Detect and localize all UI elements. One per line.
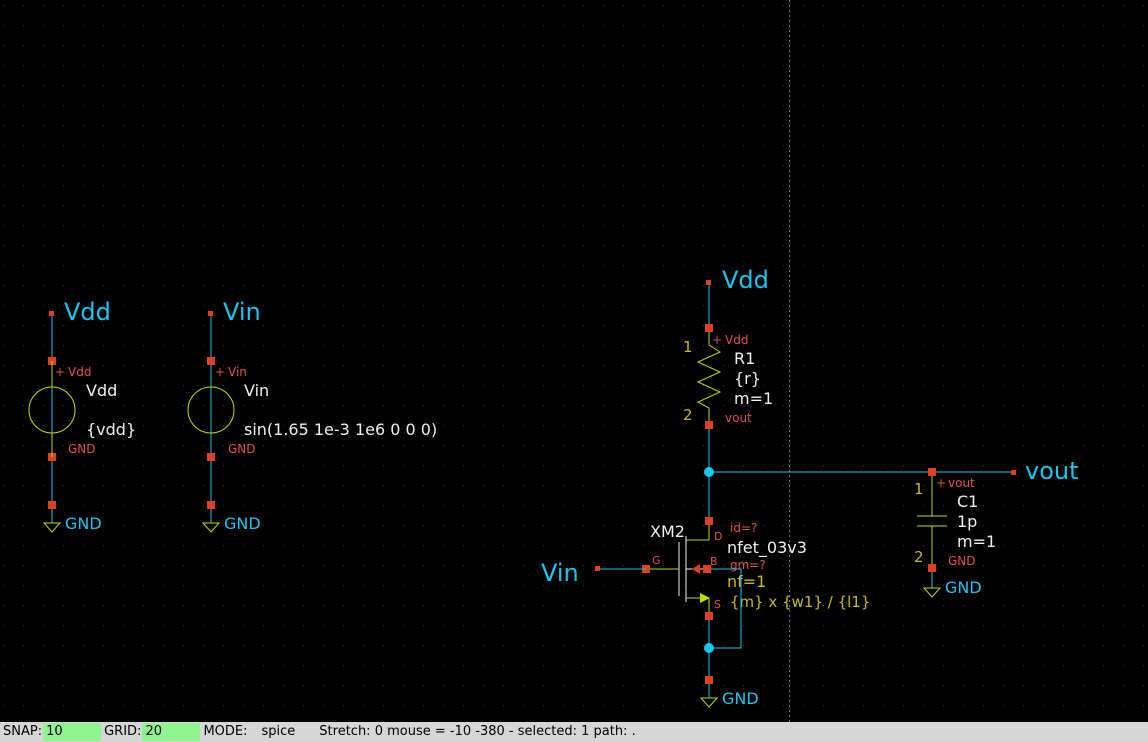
net-label-vin[interactable]: Vin bbox=[223, 298, 261, 326]
net-label-vin-gate[interactable]: Vin bbox=[541, 559, 579, 587]
net-label-gnd[interactable]: GND bbox=[65, 514, 102, 533]
pin-label: Vdd bbox=[725, 333, 748, 347]
pin-number: 2 bbox=[683, 406, 693, 424]
net-label-gnd[interactable]: GND bbox=[722, 689, 759, 708]
pin-label-minus: GND bbox=[228, 442, 256, 456]
pin-label: vout bbox=[948, 476, 975, 490]
pin-number: 1 bbox=[683, 338, 693, 356]
plus-sign: + bbox=[55, 365, 65, 379]
schematic-canvas[interactable]: + Vdd GND Vdd {vdd} Vdd GND + Vin GND Vi… bbox=[0, 0, 1148, 722]
pin-number: 2 bbox=[914, 548, 924, 566]
component-value: {vdd} bbox=[86, 420, 136, 439]
mode-label: MODE: bbox=[203, 724, 248, 739]
plus-sign: + bbox=[936, 476, 946, 490]
pin-marker bbox=[49, 311, 54, 316]
component-name: XM2 bbox=[650, 522, 685, 541]
grid-input[interactable]: 20 bbox=[142, 723, 201, 741]
model-name: nfet_03v3 bbox=[727, 538, 807, 558]
gm-param: gm=? bbox=[730, 558, 766, 572]
pin-number: 1 bbox=[914, 480, 924, 498]
component-name: R1 bbox=[734, 349, 755, 368]
pin-d: D bbox=[714, 530, 722, 543]
nf-param: nf=1 bbox=[727, 572, 766, 591]
net-label-vdd-top[interactable]: Vdd bbox=[722, 266, 769, 294]
pin-marker bbox=[48, 501, 56, 509]
net-label-vout[interactable]: vout bbox=[1025, 457, 1079, 485]
junction-dot bbox=[704, 643, 714, 653]
snap-input[interactable]: 10 bbox=[43, 723, 102, 741]
pin-g: G bbox=[652, 554, 661, 567]
net-label-gnd[interactable]: GND bbox=[224, 514, 261, 533]
snap-label: SNAP: bbox=[3, 724, 43, 739]
status-info: Stretch: 0 mouse = -10 -380 - selected: … bbox=[319, 724, 636, 739]
component-mult: m=1 bbox=[734, 389, 773, 408]
pin-label: GND bbox=[948, 554, 976, 568]
grid-label: GRID: bbox=[104, 724, 142, 739]
size-expr: {m} x {w1} / {l1} bbox=[730, 593, 870, 611]
plus-sign: + bbox=[215, 365, 225, 379]
pin-label: vout bbox=[725, 411, 752, 425]
net-label-gnd[interactable]: GND bbox=[945, 578, 982, 597]
pin-label-plus: Vdd bbox=[68, 365, 91, 379]
pin-label-minus: GND bbox=[68, 442, 96, 456]
id-param: id=? bbox=[730, 521, 757, 535]
mode-value: spice bbox=[261, 724, 296, 739]
component-name: Vin bbox=[244, 381, 269, 400]
grid-background bbox=[0, 0, 1148, 722]
component-name: Vdd bbox=[86, 381, 117, 400]
status-bar: SNAP: 10 GRID: 20 MODE: spice Stretch: 0… bbox=[0, 722, 1148, 742]
plus-sign: + bbox=[712, 333, 722, 347]
net-label-vdd[interactable]: Vdd bbox=[64, 298, 111, 326]
component-value: sin(1.65 1e-3 1e6 0 0 0) bbox=[244, 420, 437, 439]
component-mult: m=1 bbox=[957, 532, 996, 551]
component-name: C1 bbox=[957, 492, 978, 511]
component-value: 1p bbox=[957, 512, 977, 531]
pin-label-plus: Vin bbox=[228, 365, 247, 379]
pin-b: B bbox=[710, 555, 718, 568]
component-value: {r} bbox=[734, 369, 761, 388]
junction-dot bbox=[704, 467, 714, 477]
pin-s: S bbox=[714, 598, 721, 611]
